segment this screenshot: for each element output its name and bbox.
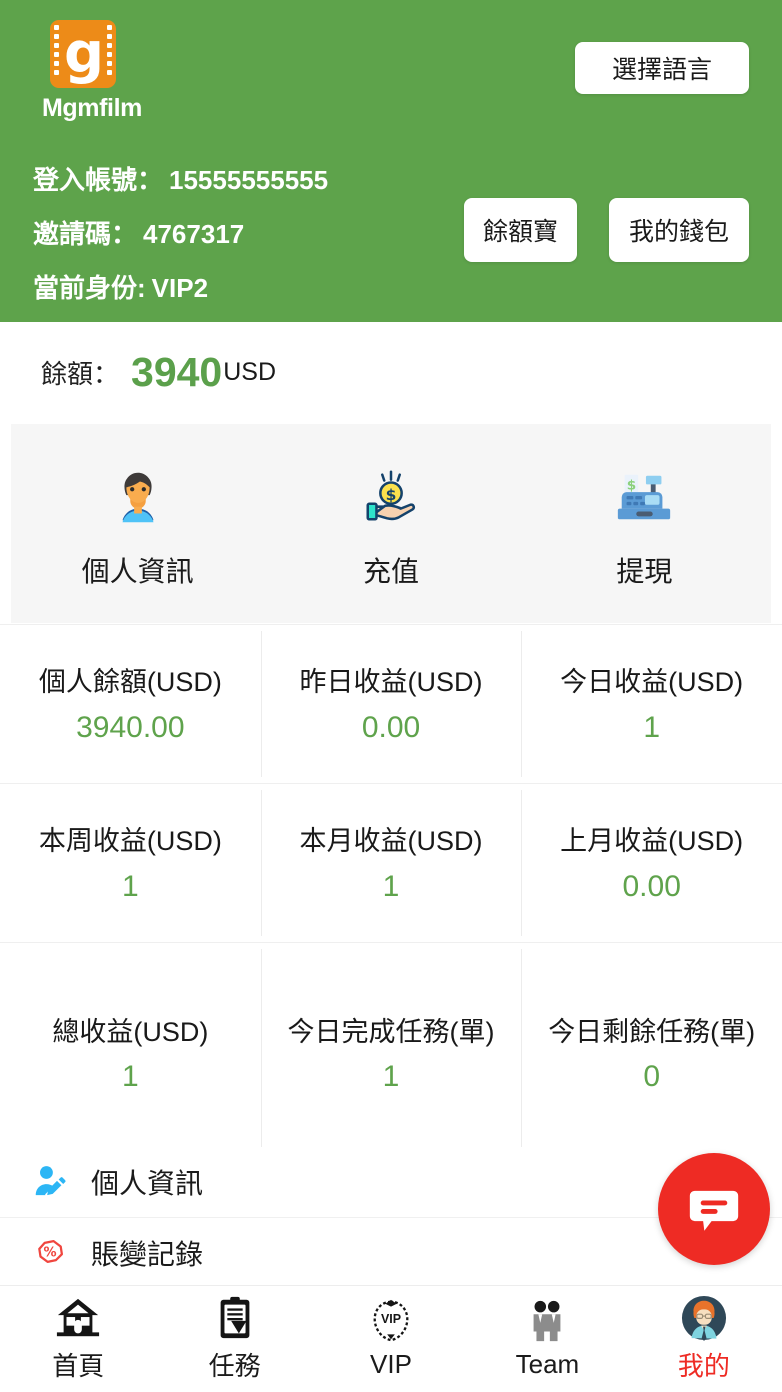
stat-value: 1	[643, 710, 661, 744]
stats-row: 本周收益(USD) 1 本月收益(USD) 1 上月收益(USD) 0.00	[0, 783, 782, 942]
stat-label: 本月收益(USD)	[299, 826, 483, 857]
film-perforation-left	[54, 25, 59, 83]
balance-summary: 餘額： 3940 USD	[0, 322, 782, 422]
tab-team[interactable]: Team	[469, 1286, 625, 1392]
home-icon	[55, 1295, 101, 1341]
stat-label: 今日完成任務(單)	[287, 1016, 495, 1047]
stat-week-income: 本周收益(USD) 1	[0, 784, 261, 942]
identity-row: 當前身份: VIP2	[33, 268, 328, 305]
language-select-button[interactable]: 選擇語言	[575, 42, 749, 94]
person-icon	[107, 466, 169, 528]
stat-yesterday-income: 昨日收益(USD) 0.00	[260, 625, 522, 783]
stats-row: 總收益(USD) 1 今日完成任務(單) 1 今日剩餘任務(單) 0	[0, 942, 782, 1165]
stat-label: 本周收益(USD)	[38, 826, 222, 857]
tab-label: 我的	[677, 1351, 730, 1381]
user-edit-icon	[31, 1163, 69, 1201]
chat-support-button[interactable]	[658, 1153, 770, 1265]
stat-value: 0.00	[622, 869, 681, 903]
invite-row: 邀請碼： 4767317	[33, 214, 328, 251]
svg-text:%: %	[43, 1246, 56, 1261]
balance-currency: USD	[223, 357, 277, 386]
account-row: 登入帳號： 15555555555	[33, 160, 328, 197]
stat-value: 3940.00	[76, 710, 185, 744]
action-withdraw[interactable]: $ 提現	[518, 424, 771, 623]
balance-label: 餘額：	[41, 358, 120, 389]
tab-label: Team	[515, 1349, 580, 1379]
balance-amount: 3940	[131, 348, 223, 395]
tab-vip[interactable]: VIP VIP	[313, 1286, 469, 1392]
team-people-icon	[524, 1298, 570, 1344]
stat-today-income: 今日收益(USD) 1	[521, 625, 782, 783]
invite-label: 邀請碼：	[33, 219, 138, 249]
stat-label: 昨日收益(USD)	[299, 667, 483, 698]
stat-label: 上月收益(USD)	[560, 826, 744, 857]
account-value: 15555555555	[169, 165, 329, 195]
chat-bubble-icon	[685, 1180, 743, 1238]
account-label: 登入帳號：	[33, 165, 164, 195]
stats-grid: 個人餘額(USD) 3940.00 昨日收益(USD) 0.00 今日收益(US…	[0, 624, 782, 1165]
hand-coin-icon: $	[360, 466, 422, 528]
stat-value: 1	[121, 1060, 139, 1094]
brand-logo: g Mgmfilm	[42, 20, 192, 123]
quick-actions-card: 個人資訊 $ 充值 $ 提現	[11, 424, 771, 623]
stat-label: 今日剩餘任務(單)	[548, 1016, 756, 1047]
tab-mine[interactable]: 我的	[626, 1286, 782, 1392]
stats-row: 個人餘額(USD) 3940.00 昨日收益(USD) 0.00 今日收益(US…	[0, 624, 782, 783]
film-perforation-right	[107, 25, 112, 83]
avatar-icon	[681, 1295, 727, 1341]
tab-label: VIP	[370, 1349, 412, 1379]
cash-register-icon: $	[613, 466, 675, 528]
tab-home[interactable]: 首頁	[0, 1286, 156, 1392]
stat-last-month-income: 上月收益(USD) 0.00	[521, 784, 782, 942]
svg-text:$: $	[627, 477, 636, 493]
identity-value: VIP2	[151, 273, 209, 303]
menu-item-label: 個人資訊	[91, 1168, 204, 1199]
stat-label: 個人餘額(USD)	[38, 667, 222, 698]
my-wallet-button[interactable]: 我的錢包	[609, 198, 749, 262]
action-label: 充值	[362, 555, 419, 587]
stat-total-income: 總收益(USD) 1	[0, 943, 261, 1164]
stat-label: 今日收益(USD)	[560, 667, 744, 698]
logo-letter: g	[63, 21, 104, 86]
brand-name: Mgmfilm	[42, 94, 142, 122]
stat-today-remaining-tasks: 今日剩餘任務(單) 0	[521, 943, 782, 1164]
svg-text:VIP: VIP	[381, 1312, 401, 1326]
action-label: 提現	[616, 555, 673, 587]
tab-label: 首頁	[52, 1351, 105, 1381]
identity-label: 當前身份:	[33, 273, 146, 303]
stat-month-income: 本月收益(USD) 1	[260, 784, 522, 942]
action-label: 個人資訊	[81, 555, 194, 587]
account-info: 登入帳號： 15555555555 邀請碼： 4767317 當前身份: VIP…	[33, 160, 328, 305]
stat-today-completed-tasks: 今日完成任務(單) 1	[260, 943, 522, 1164]
stat-value: 0.00	[361, 710, 421, 744]
tab-tasks[interactable]: 任務	[156, 1286, 312, 1392]
invite-value: 4767317	[143, 219, 245, 249]
stat-label: 總收益(USD)	[52, 1016, 209, 1047]
film-logo-icon: g	[50, 20, 116, 88]
action-personal-info[interactable]: 個人資訊	[11, 424, 264, 623]
stat-value: 0	[643, 1060, 661, 1094]
stat-personal-balance: 個人餘額(USD) 3940.00	[0, 625, 261, 783]
app-screen: g Mgmfilm 選擇語言 登入帳號： 15555555555 邀請碼： 47…	[0, 0, 782, 1392]
percent-tag-icon: %	[31, 1234, 69, 1272]
menu-item-label: 賬變記錄	[91, 1239, 204, 1270]
tab-label: 任務	[208, 1351, 261, 1381]
clipboard-check-icon	[212, 1295, 258, 1341]
stat-value: 1	[382, 1060, 400, 1094]
stat-value: 1	[382, 869, 400, 903]
header-banner: g Mgmfilm 選擇語言 登入帳號： 15555555555 邀請碼： 47…	[0, 0, 782, 322]
svg-text:$: $	[386, 485, 397, 503]
bottom-navigation: 首頁 任務 VIP VIP Team 我的	[0, 1285, 782, 1392]
action-recharge[interactable]: $ 充值	[264, 424, 517, 623]
yuebao-button[interactable]: 餘額寶	[464, 198, 577, 262]
stat-value: 1	[121, 869, 139, 903]
vip-wreath-icon: VIP	[368, 1298, 414, 1344]
